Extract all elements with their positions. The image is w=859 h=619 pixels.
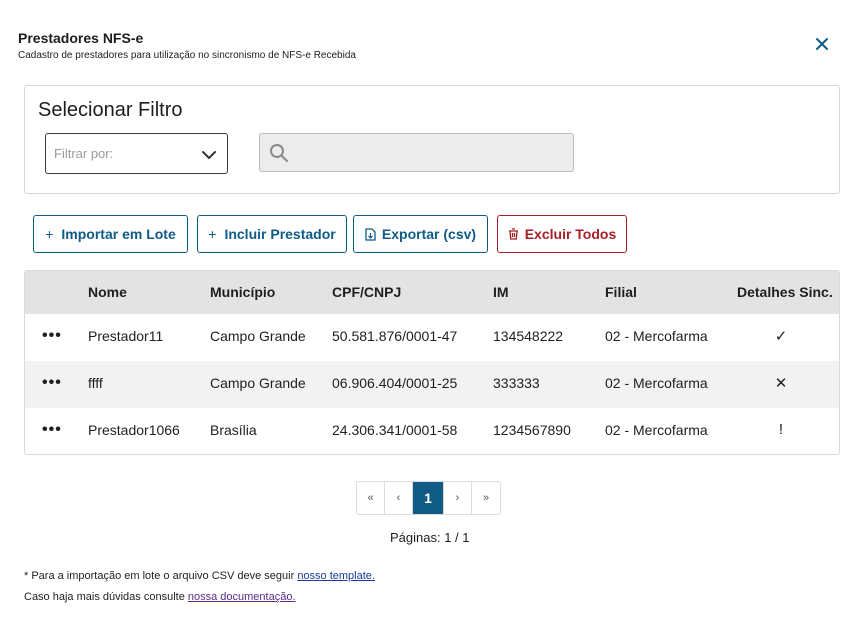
cell-nome: Prestador11: [88, 328, 164, 344]
pagination: « ‹ 1 › »: [356, 481, 501, 515]
table-row: ••• ffff Campo Grande 06.906.404/0001-25…: [25, 361, 839, 408]
column-header-cnpj[interactable]: CPF/CNPJ: [332, 284, 401, 300]
cell-im: 1234567890: [493, 422, 571, 438]
first-page-button[interactable]: «: [357, 482, 385, 514]
note-docs: Caso haja mais dúvidas consulte nossa do…: [24, 587, 375, 608]
next-page-button[interactable]: ›: [444, 482, 472, 514]
plus-icon: +: [208, 226, 217, 242]
template-link[interactable]: nosso template.: [297, 570, 375, 582]
cell-cnpj: 50.581.876/0001-47: [332, 328, 458, 344]
column-header-details[interactable]: Detalhes Sinc.: [737, 284, 833, 300]
search-input[interactable]: [259, 133, 574, 172]
last-page-button[interactable]: »: [472, 482, 500, 514]
include-provider-button[interactable]: + Incluir Prestador: [197, 215, 347, 253]
filter-select-placeholder: Filtrar por:: [54, 146, 114, 161]
search-icon: [270, 144, 288, 162]
column-header-municipio[interactable]: Município: [210, 284, 275, 300]
cell-cnpj: 06.906.404/0001-25: [332, 375, 458, 391]
chevron-down-icon: [202, 151, 216, 159]
cell-nome: Prestador1066: [88, 422, 180, 438]
footer-notes: * Para a importação em lote o arquivo CS…: [24, 566, 375, 608]
providers-table: Nome Município CPF/CNPJ IM Filial Detalh…: [24, 270, 840, 455]
table-row: ••• Prestador11 Campo Grande 50.581.876/…: [25, 314, 839, 361]
cell-filial: 02 - Mercofarma: [605, 375, 708, 391]
pages-indicator: Páginas: 1 / 1: [390, 530, 470, 545]
plus-icon: +: [45, 226, 54, 242]
row-actions-menu[interactable]: •••: [42, 421, 62, 439]
page-subtitle: Cadastro de prestadores para utilização …: [18, 50, 356, 61]
export-csv-label: Exportar (csv): [381, 226, 477, 242]
page-title: Prestadores NFS-e: [18, 30, 144, 46]
filter-title: Selecionar Filtro: [38, 99, 183, 121]
current-page-button[interactable]: 1: [413, 482, 444, 514]
cell-filial: 02 - Mercofarma: [605, 422, 708, 438]
cell-municipio: Campo Grande: [210, 328, 306, 344]
check-icon: ✓: [774, 328, 788, 345]
filter-panel: Selecionar Filtro Filtrar por:: [24, 85, 840, 194]
include-provider-label: Incluir Prestador: [224, 226, 336, 242]
delete-all-label: Excluir Todos: [524, 226, 617, 242]
cell-cnpj: 24.306.341/0001-58: [332, 422, 458, 438]
export-csv-button[interactable]: Exportar (csv): [353, 215, 488, 253]
cell-im: 134548222: [493, 328, 564, 344]
column-header-filial[interactable]: Filial: [605, 284, 637, 300]
file-download-icon: [365, 227, 376, 241]
close-icon[interactable]: [812, 34, 832, 54]
cell-municipio: Brasília: [210, 422, 257, 438]
table-header: Nome Município CPF/CNPJ IM Filial Detalh…: [25, 271, 839, 314]
row-actions-menu[interactable]: •••: [42, 327, 62, 345]
column-header-nome[interactable]: Nome: [88, 284, 127, 300]
cell-filial: 02 - Mercofarma: [605, 328, 708, 344]
note-docs-text: Caso haja mais dúvidas consulte: [24, 591, 188, 603]
cell-nome: ffff: [88, 375, 103, 391]
filter-select[interactable]: Filtrar por:: [45, 133, 228, 174]
documentation-link[interactable]: nossa documentação.: [188, 591, 296, 603]
x-icon: ✕: [774, 375, 788, 392]
cell-municipio: Campo Grande: [210, 375, 306, 391]
exclamation-icon: !: [778, 421, 784, 438]
cell-im: 333333: [493, 375, 540, 391]
note-template-text: * Para a importação em lote o arquivo CS…: [24, 570, 298, 582]
note-template: * Para a importação em lote o arquivo CS…: [24, 566, 375, 587]
delete-all-button[interactable]: Excluir Todos: [497, 215, 627, 253]
import-batch-button[interactable]: + Importar em Lote: [33, 215, 188, 253]
trash-icon: [508, 228, 518, 240]
column-header-im[interactable]: IM: [493, 284, 509, 300]
row-actions-menu[interactable]: •••: [42, 374, 62, 392]
import-batch-label: Importar em Lote: [61, 226, 176, 242]
modal-header: Prestadores NFS-e Cadastro de prestadore…: [18, 30, 356, 61]
prev-page-button[interactable]: ‹: [385, 482, 413, 514]
table-row: ••• Prestador1066 Brasília 24.306.341/00…: [25, 408, 839, 454]
